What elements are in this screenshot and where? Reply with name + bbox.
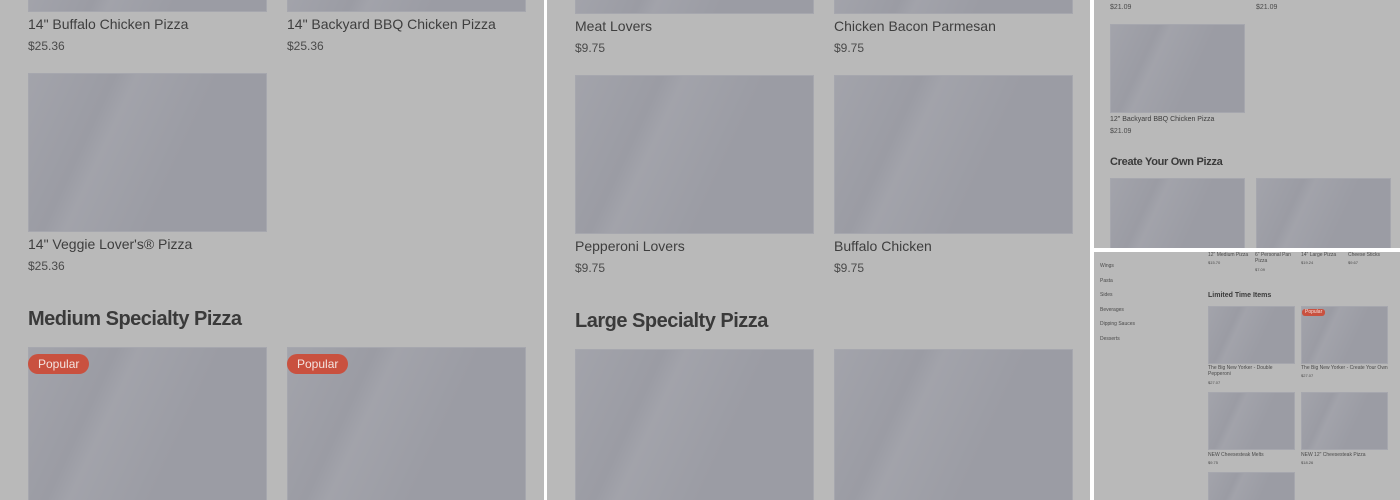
sidebar-item-wings[interactable]: Wings (1100, 263, 1114, 269)
product-price: $21.09 (1110, 4, 1132, 11)
sidebar-item-sides[interactable]: Sides (1100, 292, 1113, 298)
product-price: $21.09 (1256, 4, 1278, 11)
sidebar-item-desserts[interactable]: Desserts (1100, 336, 1120, 342)
product-price: $9.75 (575, 261, 606, 275)
panel-12-inch-specialty: $21.09 $21.09 12" Backyard BBQ Chicken P… (1094, 0, 1400, 248)
product-price: $21.09 (1110, 128, 1132, 135)
section-heading: Create Your Own Pizza (1110, 156, 1223, 168)
panel-medium-specialty: Meat Lovers $9.75 Chicken Bacon Parmesan… (547, 0, 1090, 500)
product-image[interactable] (1110, 178, 1245, 248)
product-name[interactable]: 14" Buffalo Chicken Pizza (28, 16, 188, 32)
product-name[interactable]: 14" Backyard BBQ Chicken Pizza (287, 16, 496, 32)
product-image[interactable] (287, 0, 526, 12)
product-name[interactable]: 14" Veggie Lover's® Pizza (28, 236, 192, 252)
product-name[interactable]: The Big New Yorker - Create Your Own (1301, 365, 1391, 371)
product-name[interactable]: Cheese Sticks (1348, 252, 1380, 258)
product-price: $9.75 (834, 261, 865, 275)
product-name[interactable]: Meat Lovers (575, 18, 652, 34)
product-price: $9.75 (1208, 460, 1219, 465)
product-price: $27.07 (1208, 380, 1221, 385)
product-name[interactable]: Chicken Bacon Parmesan (834, 18, 996, 34)
product-image[interactable] (28, 73, 267, 232)
product-name[interactable]: Buffalo Chicken (834, 238, 932, 254)
product-image[interactable] (834, 349, 1073, 500)
product-image[interactable] (1208, 392, 1295, 450)
product-image[interactable] (28, 0, 267, 12)
product-image[interactable] (1208, 472, 1295, 500)
product-price: $9.75 (575, 41, 606, 55)
product-image[interactable] (1208, 306, 1295, 364)
product-name[interactable]: NEW Cheesesteak Melts (1208, 452, 1264, 458)
panel-14-inch-specialty: 14" Buffalo Chicken Pizza $25.36 14" Bac… (0, 0, 544, 500)
product-price: $25.36 (28, 39, 65, 53)
product-image[interactable] (1110, 24, 1245, 113)
sidebar-item-dipping-sauces[interactable]: Dipping Sauces (1100, 321, 1135, 327)
product-image[interactable] (575, 0, 814, 14)
popular-badge: Popular (28, 354, 90, 374)
product-price: $9.67 (1348, 260, 1359, 265)
product-name[interactable]: The Big New Yorker - Double Pepperoni (1208, 365, 1292, 377)
product-image[interactable] (834, 75, 1073, 234)
product-name[interactable]: 12" Medium Pizza (1208, 252, 1248, 258)
section-heading: Large Specialty Pizza (575, 310, 768, 332)
product-name[interactable]: NEW 12" Cheesesteak Pizza (1301, 452, 1366, 458)
product-price: $7.09 (1255, 267, 1266, 272)
product-price: $25.36 (287, 39, 324, 53)
product-name[interactable]: 6" Personal Pan Pizza (1255, 252, 1297, 264)
product-image[interactable] (1301, 392, 1388, 450)
product-image[interactable] (575, 349, 814, 500)
product-price: $18.26 (1301, 460, 1314, 465)
sidebar-item-pasta[interactable]: Pasta (1100, 278, 1113, 284)
product-price: $15.70 (1208, 260, 1221, 265)
product-price: $9.75 (834, 41, 865, 55)
popular-badge: Popular (1302, 309, 1326, 316)
product-name[interactable]: 12" Backyard BBQ Chicken Pizza (1110, 116, 1214, 123)
product-name[interactable]: 14" Large Pizza (1301, 252, 1336, 258)
product-price: $25.36 (28, 259, 65, 273)
section-heading: Limited Time Items (1208, 292, 1272, 299)
product-image[interactable] (1256, 178, 1391, 248)
product-price: $27.07 (1301, 373, 1314, 378)
product-price: $19.24 (1301, 260, 1314, 265)
product-image[interactable] (575, 75, 814, 234)
popular-badge: Popular (287, 354, 349, 374)
product-name[interactable]: Pepperoni Lovers (575, 238, 685, 254)
sidebar-item-beverages[interactable]: Beverages (1100, 307, 1124, 313)
product-image[interactable] (834, 0, 1073, 14)
section-heading: Medium Specialty Pizza (28, 308, 242, 330)
panel-menu-overview: Wings Pasta Sides Beverages Dipping Sauc… (1094, 252, 1400, 500)
